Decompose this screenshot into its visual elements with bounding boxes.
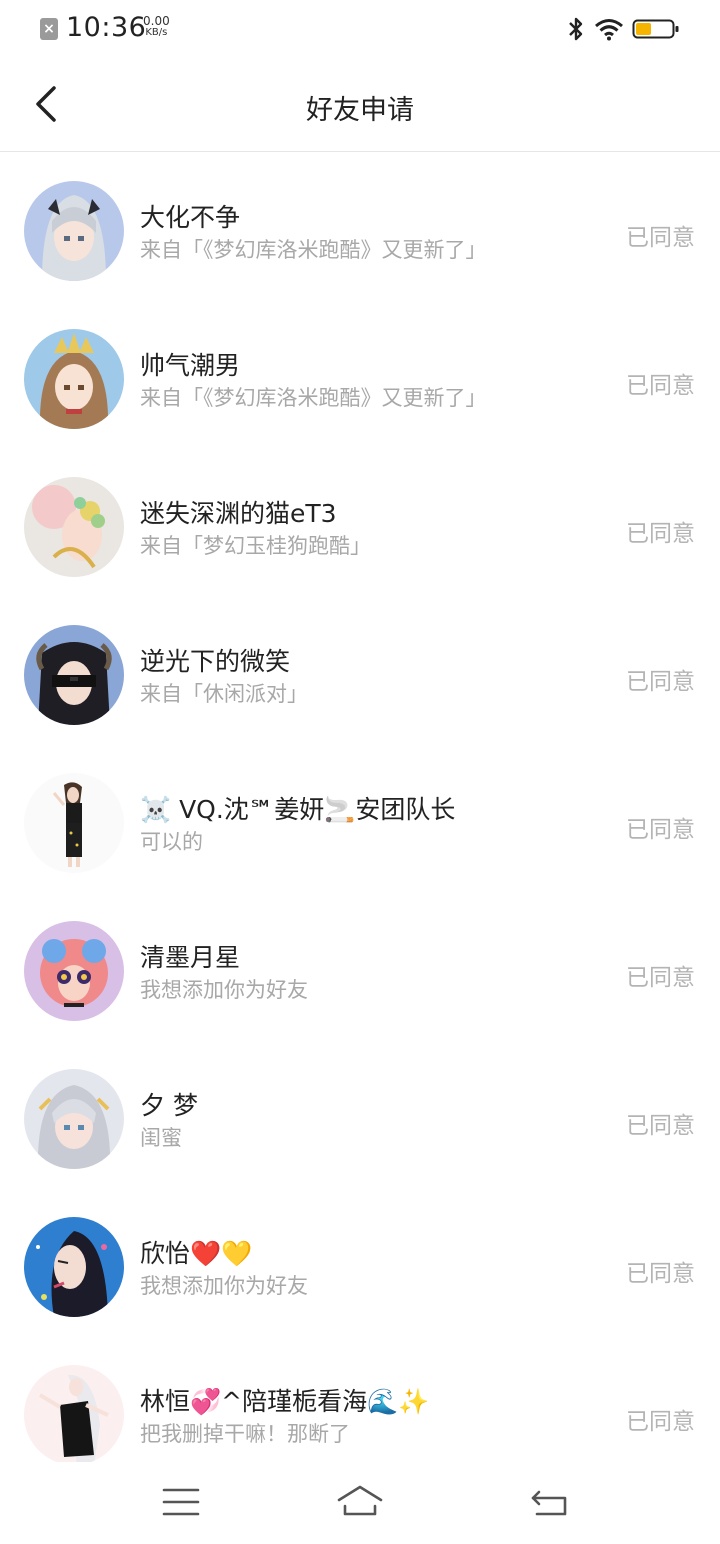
net-speed-value: 0.00 [143, 14, 170, 28]
friend-request-list: 大化不争 来自「《梦幻库洛米跑酷》又更新了」 已同意 帅气潮男 来自「《梦幻库洛… [0, 152, 720, 1462]
net-speed: 0.00 KB/s [143, 15, 170, 39]
request-status: 已同意 [626, 225, 695, 251]
list-item[interactable]: ☠️ VQ.沈℠姜妍🚬安团队长 可以的 已同意 [0, 744, 720, 892]
request-status: 已同意 [626, 521, 695, 547]
list-item[interactable]: 帅气潮男 来自「《梦幻库洛米跑酷》又更新了」 已同意 [0, 300, 720, 448]
requester-name: 帅气潮男 [140, 351, 241, 380]
request-source: 可以的 [140, 830, 203, 854]
avatar[interactable] [24, 1217, 124, 1317]
status-bar: × 10:36 0.00 KB/s [0, 0, 720, 58]
avatar[interactable] [24, 625, 124, 725]
request-source: 来自「《梦幻库洛米跑酷》又更新了」 [140, 238, 487, 262]
requester-name: 清墨月星 [140, 943, 241, 972]
request-source: 来自「梦幻玉桂狗跑酷」 [140, 534, 371, 558]
page-title: 好友申请 [306, 95, 414, 126]
list-item[interactable]: 逆光下的微笑 来自「休闲派对」 已同意 [0, 596, 720, 744]
request-status: 已同意 [626, 669, 695, 695]
requester-name: 大化不争 [140, 203, 241, 232]
menu-icon[interactable] [156, 1482, 206, 1522]
close-box-icon: × [40, 18, 58, 40]
avatar[interactable] [24, 477, 124, 577]
requester-name: 迷失深渊的猫eT3 [140, 499, 337, 528]
avatar[interactable] [24, 1069, 124, 1169]
avatar[interactable] [24, 921, 124, 1021]
list-item[interactable]: 欣怡❤️💛 我想添加你为好友 已同意 [0, 1188, 720, 1336]
bluetooth-icon [569, 17, 583, 41]
requester-name: 逆光下的微笑 [140, 647, 291, 676]
request-status: 已同意 [626, 1261, 695, 1287]
list-item[interactable]: 迷失深渊的猫eT3 来自「梦幻玉桂狗跑酷」 已同意 [0, 448, 720, 596]
list-item[interactable]: 林恒💞^陪瑾栀看海🌊✨ 把我删掉干嘛！那断了 已同意 [0, 1336, 720, 1462]
system-nav-bar [0, 1462, 720, 1544]
list-item[interactable]: 清墨月星 我想添加你为好友 已同意 [0, 892, 720, 1040]
requester-name: 欣怡❤️💛 [140, 1239, 253, 1268]
back-icon[interactable] [525, 1482, 575, 1522]
request-status: 已同意 [626, 373, 695, 399]
request-status: 已同意 [626, 965, 695, 991]
home-icon[interactable] [335, 1482, 385, 1522]
avatar[interactable] [24, 773, 124, 873]
request-source: 我想添加你为好友 [140, 1274, 308, 1298]
request-source: 来自「《梦幻库洛米跑酷》又更新了」 [140, 386, 487, 410]
avatar[interactable] [24, 1365, 124, 1462]
request-status: 已同意 [626, 1113, 695, 1139]
header: 好友申请 [0, 58, 720, 152]
avatar[interactable] [24, 329, 124, 429]
requester-name: 林恒💞^陪瑾栀看海🌊✨ [140, 1387, 430, 1416]
request-source: 来自「休闲派对」 [140, 682, 308, 706]
request-source: 我想添加你为好友 [140, 978, 308, 1002]
requester-name: 夕 梦 [140, 1091, 198, 1120]
avatar[interactable] [24, 181, 124, 281]
net-speed-unit: KB/s [145, 27, 168, 38]
request-source: 把我删掉干嘛！那断了 [140, 1422, 350, 1446]
request-status: 已同意 [626, 1409, 695, 1435]
requester-name: ☠️ VQ.沈℠姜妍🚬安团队长 [140, 795, 456, 824]
request-status: 已同意 [626, 817, 695, 843]
list-item[interactable]: 夕 梦 闺蜜 已同意 [0, 1040, 720, 1188]
status-time: 10:36 [66, 12, 147, 43]
battery-icon [632, 19, 679, 39]
wifi-icon [595, 19, 623, 41]
list-item[interactable]: 大化不争 来自「《梦幻库洛米跑酷》又更新了」 已同意 [0, 152, 720, 300]
request-source: 闺蜜 [140, 1126, 182, 1150]
